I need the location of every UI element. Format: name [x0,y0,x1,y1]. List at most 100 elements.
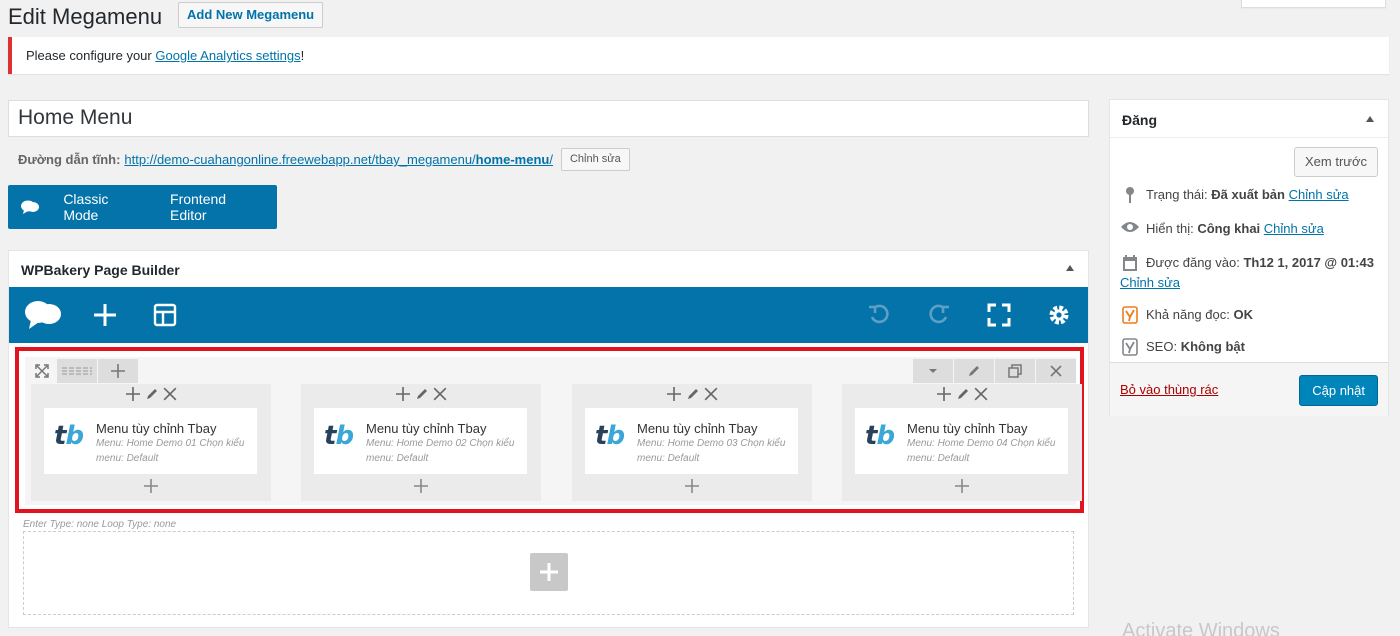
published-label: Được đăng vào: [1146,255,1240,270]
visibility-value: Công khai [1197,221,1261,236]
row-toggle-caret-icon[interactable] [913,359,953,383]
element-meta: Menu: Home Demo 01 Chọn kiểu menu: Defau… [96,438,245,464]
seo-row: SEO: Không bật [1120,338,1245,356]
column-add-plus-icon[interactable] [31,478,271,497]
readability-row: Khả năng đọc: OK [1120,306,1253,324]
column-controls [572,386,812,402]
expand-arrows-icon[interactable] [27,359,57,383]
drag-handle-icon[interactable] [57,359,97,383]
add-column-icon[interactable] [98,359,138,383]
megamenu-column: tb Menu tùy chỉnh Tbay Menu: Home Demo 0… [572,384,812,501]
menu-element[interactable]: tb Menu tùy chỉnh Tbay Menu: Home Demo 0… [314,408,527,474]
delete-column-icon[interactable] [433,386,447,402]
add-new-megamenu-button[interactable]: Add New Megamenu [178,2,324,28]
edit-column-pencil-icon[interactable] [956,386,970,402]
publish-header[interactable]: Đăng [1110,100,1388,138]
menu-element[interactable]: tb Menu tùy chỉnh Tbay Menu: Home Demo 0… [44,408,257,474]
tbay-logo-icon: tb [324,421,354,451]
add-row-button[interactable] [530,553,568,591]
post-title-input[interactable]: Home Menu [8,100,1089,137]
megamenu-column: tb Menu tùy chỉnh Tbay Menu: Home Demo 0… [842,384,1082,501]
add-element-plus-icon[interactable] [936,386,952,402]
delete-column-icon[interactable] [974,386,988,402]
notice-prefix: Please configure your [26,48,156,63]
seo-value: Không bật [1180,339,1245,354]
analytics-settings-link[interactable]: Google Analytics settings [155,48,300,63]
tbay-logo-icon: tb [595,421,625,451]
collapse-arrow-icon[interactable] [1366,116,1374,122]
menu-element[interactable]: tb Menu tùy chỉnh Tbay Menu: Home Demo 0… [585,408,798,474]
undo-icon[interactable] [863,299,895,331]
column-add-plus-icon[interactable] [301,478,541,497]
column-add-plus-icon[interactable] [572,478,812,497]
highlighted-row-frame: tb Menu tùy chỉnh Tbay Menu: Home Demo 0… [15,347,1084,513]
redo-icon[interactable] [923,299,955,331]
preview-button[interactable]: Xem trước [1293,147,1378,177]
edit-date-link[interactable]: Chỉnh sửa [1120,275,1180,290]
screen-options-tab[interactable] [1241,0,1386,8]
column-controls [842,386,1082,402]
element-name: Menu tùy chỉnh Tbay [907,421,1028,436]
publish-box: Đăng Xem trước Trạng thái: Đã xuất bản C… [1109,99,1389,416]
permalink-bar: Đường dẫn tĩnh: http://demo-cuahangonlin… [18,148,630,171]
published-value: Th12 1, 2017 @ 01:43 [1243,255,1374,270]
edit-column-pencil-icon[interactable] [686,386,700,402]
menu-element[interactable]: tb Menu tùy chỉnh Tbay Menu: Home Demo 0… [855,408,1068,474]
fullscreen-icon[interactable] [983,299,1015,331]
row-edit-pencil-icon[interactable] [954,359,994,383]
permalink-label: Đường dẫn tĩnh: [18,152,121,167]
add-element-plus-icon[interactable] [395,386,411,402]
row-clone-icon[interactable] [995,359,1035,383]
vc-mode-switch: Classic Mode Frontend Editor [8,185,277,229]
calendar-icon [1120,254,1140,272]
pin-icon [1120,186,1140,204]
row-controls-right [913,359,1076,383]
wpbakery-navbar [9,287,1088,343]
collapse-arrow-icon[interactable] [1066,265,1074,271]
seo-label: SEO: [1146,339,1178,354]
templates-icon[interactable] [149,299,181,331]
wpbakery-header[interactable]: WPBakery Page Builder [9,251,1088,287]
status-row: Trạng thái: Đã xuất bản Chỉnh sửa [1120,186,1349,204]
add-element-plus-icon[interactable] [666,386,682,402]
edit-slug-button[interactable]: Chỉnh sửa [560,148,630,171]
wpbakery-box: WPBakery Page Builder tb Menu tùy chỉnh … [8,250,1089,628]
edit-visibility-link[interactable]: Chỉnh sửa [1264,221,1324,236]
classic-mode-button[interactable]: Classic Mode [51,191,158,223]
visibility-label: Hiển thị: [1146,221,1194,236]
permalink-link[interactable]: http://demo-cuahangonline.freewebapp.net… [124,152,553,167]
move-to-trash-link[interactable]: Bỏ vào thùng rác [1120,382,1218,397]
eye-icon [1120,220,1140,234]
element-name: Menu tùy chỉnh Tbay [366,421,487,436]
publish-title: Đăng [1122,112,1157,128]
edit-status-link[interactable]: Chỉnh sửa [1289,187,1349,202]
readability-label: Khả năng đọc: [1146,307,1230,322]
analytics-notice: Please configure your Google Analytics s… [8,37,1389,74]
wpbakery-logo-icon[interactable] [8,200,51,214]
wpbakery-logo-icon[interactable] [23,299,63,331]
page-title: Edit Megamenu [8,4,163,29]
column-controls [31,386,271,402]
edit-column-pencil-icon[interactable] [145,386,159,402]
delete-column-icon[interactable] [704,386,718,402]
add-element-icon[interactable] [89,299,121,331]
element-meta: Menu: Home Demo 02 Chọn kiểu menu: Defau… [366,438,515,464]
row-delete-icon[interactable] [1036,359,1076,383]
add-element-plus-icon[interactable] [125,386,141,402]
settings-gear-icon[interactable] [1043,299,1075,331]
edit-column-pencil-icon[interactable] [415,386,429,402]
element-meta: Menu: Home Demo 03 Chọn kiểu menu: Defau… [637,438,786,464]
permalink-slug: home-menu [475,152,550,167]
megamenu-row: tb Menu tùy chỉnh Tbay Menu: Home Demo 0… [25,357,1082,505]
status-label: Trạng thái: [1146,187,1208,202]
tbay-logo-icon: tb [865,421,895,451]
status-value: Đã xuất bản [1211,187,1285,202]
tbay-logo-icon: tb [54,421,84,451]
update-button[interactable]: Cập nhật [1299,375,1378,406]
column-add-plus-icon[interactable] [842,478,1082,497]
column-controls [301,386,541,402]
delete-column-icon[interactable] [163,386,177,402]
yoast-readability-icon [1120,306,1140,324]
frontend-editor-button[interactable]: Frontend Editor [158,191,277,223]
element-name: Menu tùy chỉnh Tbay [96,421,217,436]
